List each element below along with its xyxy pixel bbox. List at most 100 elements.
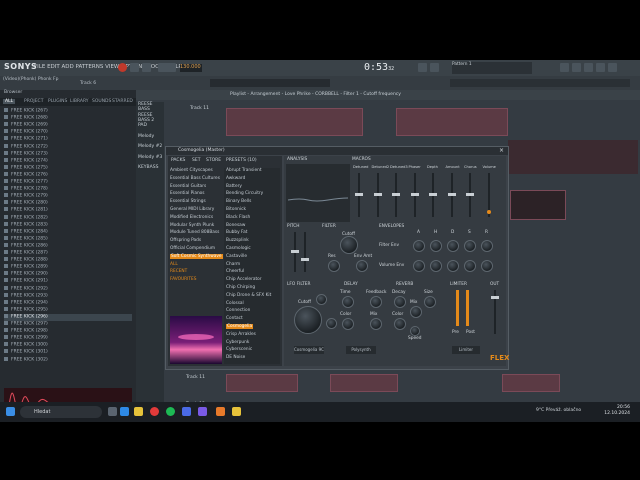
preset-item[interactable]: Cheerful	[226, 269, 244, 274]
track-name[interactable]: Melody #2	[138, 144, 162, 149]
list-item[interactable]: FREE KICK (292)	[4, 285, 132, 293]
list-item[interactable]: FREE KICK (271)	[4, 136, 132, 143]
preset-item[interactable]: Chip Accelerator	[226, 277, 262, 282]
preset-item[interactable]: Connection	[226, 308, 250, 313]
stop-button[interactable]	[142, 63, 151, 72]
envelope-knob[interactable]	[447, 260, 459, 272]
tempo-display[interactable]: 130.000	[180, 64, 202, 72]
pattern-clip[interactable]	[226, 108, 363, 136]
list-item[interactable]: FREE KICK (279)	[4, 193, 132, 200]
bottom-selector-right[interactable]: Limiter	[452, 346, 480, 354]
macro-slider-thumb[interactable]	[429, 192, 437, 196]
pack-item[interactable]: Modular Synth Plunk	[170, 223, 214, 228]
preset-item[interactable]: Chip Drone & SFX Kit	[226, 293, 271, 298]
tab-set[interactable]: SET	[192, 158, 200, 163]
wait-button[interactable]	[430, 63, 439, 72]
opera-icon[interactable]	[150, 407, 159, 416]
reverb-decay-knob[interactable]	[394, 296, 406, 308]
macro-slider-thumb[interactable]	[410, 192, 419, 196]
preset-item[interactable]: Contact	[226, 316, 243, 321]
reverb-speed-knob[interactable]	[410, 326, 420, 336]
envelope-knob[interactable]	[481, 260, 493, 272]
pack-item[interactable]: Essential Guitars	[170, 184, 206, 189]
browser-icon[interactable]	[608, 63, 617, 72]
close-icon[interactable]: ×	[499, 147, 504, 154]
list-item[interactable]: FREE KICK (296)	[4, 313, 132, 321]
pattern-clip[interactable]	[502, 374, 560, 392]
edge-icon[interactable]	[120, 407, 129, 416]
pack-filter-all[interactable]: ALL	[170, 262, 178, 267]
pack-item[interactable]: Official Compendium	[170, 246, 215, 251]
pack-item[interactable]: Essential Strings	[170, 199, 206, 204]
fl-studio-icon[interactable]	[216, 407, 225, 416]
pattern-clip[interactable]	[330, 374, 398, 392]
preset-item[interactable]: Bubby Fat	[226, 230, 247, 235]
preset-item[interactable]: Chip Chirping	[226, 285, 255, 290]
track-name[interactable]: KEYBASS	[138, 165, 158, 170]
list-item[interactable]: FREE KICK (293)	[4, 292, 132, 300]
reverb-color-knob[interactable]	[394, 318, 406, 330]
macro-slider-thumb[interactable]	[447, 192, 456, 196]
list-item[interactable]: FREE KICK (291)	[4, 278, 132, 285]
list-item[interactable]: FREE KICK (275)	[4, 164, 132, 172]
envelope-knob[interactable]	[464, 240, 476, 252]
preset-item[interactable]: Crisp Arrakles	[226, 332, 256, 337]
output-slider-thumb[interactable]	[491, 296, 499, 299]
pack-item[interactable]: Offspring Pads	[170, 238, 201, 243]
list-item[interactable]: FREE KICK (273)	[4, 150, 132, 158]
list-item[interactable]: FREE KICK (278)	[4, 186, 132, 193]
file-explorer-icon[interactable]	[134, 407, 143, 416]
envelope-knob[interactable]	[413, 260, 425, 272]
envelope-knob[interactable]	[430, 260, 442, 272]
pattern-clip[interactable]	[396, 108, 508, 136]
list-item[interactable]: FREE KICK (298)	[4, 328, 132, 335]
list-item[interactable]: FREE KICK (267)	[4, 108, 132, 115]
app-icon[interactable]	[182, 407, 191, 416]
track-name[interactable]: REESE BASS 2	[138, 113, 164, 123]
browser-tab-starred[interactable]: STARRED	[112, 99, 133, 104]
list-item[interactable]: FREE KICK (301)	[4, 349, 132, 356]
filter-cutoff-knob[interactable]	[340, 236, 358, 254]
envelope-knob[interactable]	[447, 240, 459, 252]
envelope-knob[interactable]	[481, 240, 493, 252]
pack-item[interactable]: General MIDI Library	[170, 207, 214, 212]
delay-color-knob[interactable]	[342, 318, 354, 330]
pattern-clip[interactable]	[510, 190, 566, 220]
list-item[interactable]: FREE KICK (285)	[4, 235, 132, 243]
main-cutoff-knob[interactable]	[294, 306, 322, 334]
list-item[interactable]: FREE KICK (289)	[4, 264, 132, 271]
lfo-knob[interactable]	[316, 294, 327, 305]
snap-selector[interactable]	[210, 79, 330, 87]
delay-mix-knob[interactable]	[370, 318, 382, 330]
preset-item[interactable]: Bitonnick	[226, 207, 246, 212]
metronome-button[interactable]	[418, 63, 427, 72]
track-name[interactable]: Melody	[138, 134, 154, 139]
pitch-slider-thumb-2[interactable]	[301, 258, 309, 261]
list-item[interactable]: FREE KICK (286)	[4, 242, 132, 250]
pack-item[interactable]: Essential Bass Cultures	[170, 176, 220, 181]
list-item[interactable]: FREE KICK (274)	[4, 157, 132, 165]
preset-item[interactable]: Binary Bells	[226, 199, 251, 204]
reverb-mix-knob[interactable]	[410, 306, 422, 318]
macro-slider-thumb[interactable]	[466, 192, 474, 196]
filter-res-knob[interactable]	[328, 260, 340, 272]
start-icon[interactable]	[6, 407, 15, 416]
record-button[interactable]	[118, 63, 127, 72]
preset-item[interactable]: DE Noise	[226, 355, 245, 360]
preset-item[interactable]: Abrupt Transient	[226, 168, 262, 173]
envelope-knob[interactable]	[413, 240, 425, 252]
list-item[interactable]: FREE KICK (283)	[4, 221, 132, 229]
list-item[interactable]: FREE KICK (277)	[4, 179, 132, 186]
pattern-clip[interactable]	[508, 140, 638, 174]
delay-time-knob[interactable]	[342, 296, 354, 308]
play-button[interactable]	[130, 63, 139, 72]
spotify-icon[interactable]	[166, 407, 175, 416]
bottom-selector-left[interactable]: Cosmogelia 9C	[294, 346, 324, 354]
list-item[interactable]: FREE KICK (281)	[4, 207, 132, 214]
pack-item[interactable]: Ambient Cityscapes	[170, 168, 213, 173]
preset-item[interactable]: Colossal	[226, 301, 244, 306]
macro-slider-thumb[interactable]	[486, 210, 491, 215]
list-item[interactable]: FREE KICK (295)	[4, 306, 132, 314]
folder-icon[interactable]	[232, 407, 241, 416]
envelope-knob[interactable]	[464, 260, 476, 272]
